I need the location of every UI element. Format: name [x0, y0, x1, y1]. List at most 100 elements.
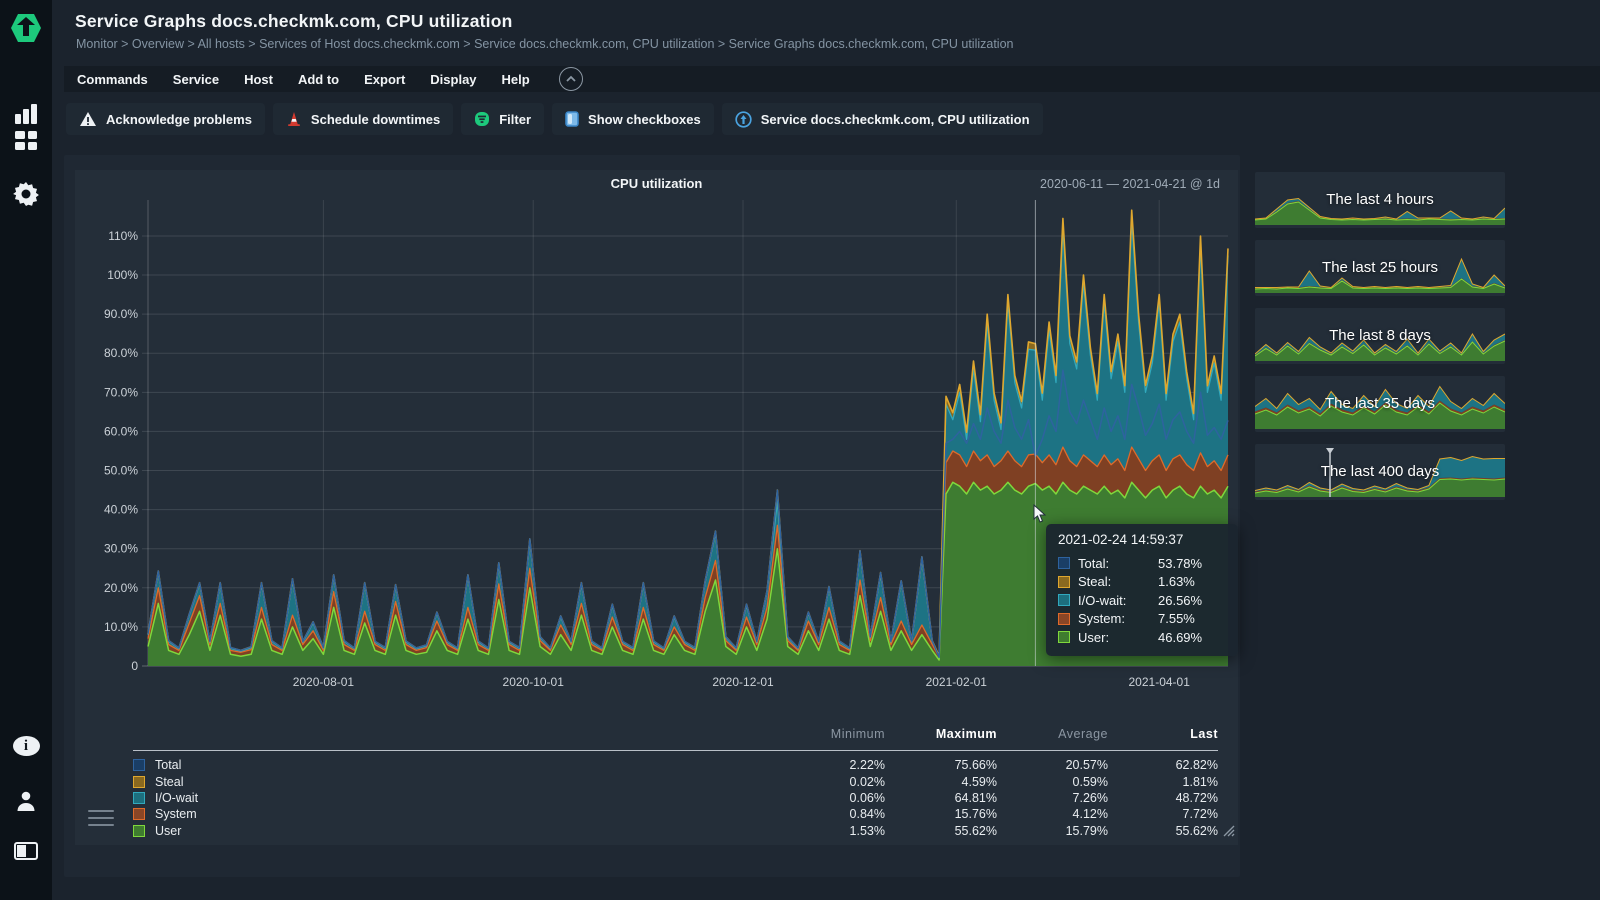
legend-table-header: Minimum Maximum Average Last — [133, 722, 1218, 746]
info-circle-icon — [735, 111, 752, 128]
iowait-swatch — [1058, 594, 1070, 606]
menu-item-display[interactable]: Display — [430, 72, 476, 87]
svg-text:20.0%: 20.0% — [104, 581, 138, 595]
graph-panel: CPU utilization 2020-06-11 — 2021-04-21 … — [75, 170, 1238, 845]
setup-gear-icon[interactable] — [0, 180, 52, 208]
tooltip-row-total: Total: 53.78% — [1058, 554, 1226, 573]
main-sidebar: i — [0, 0, 52, 900]
legend-row-iowait: I/O-wait 0.06%64.81% 7.26%48.72% — [133, 790, 1218, 806]
svg-text:100%: 100% — [107, 268, 138, 282]
tooltip-label: Total: — [1078, 556, 1150, 571]
svg-text:10.0%: 10.0% — [104, 620, 138, 634]
action-button-label: Acknowledge problems — [106, 112, 252, 127]
legend-row-steal: Steal 0.02%4.59% 0.59%1.81% — [133, 773, 1218, 789]
thumbnail-label: The last 4 hours — [1255, 191, 1505, 208]
series-name: Steal — [155, 775, 184, 789]
svg-text:0: 0 — [131, 659, 138, 673]
system-swatch — [133, 808, 145, 820]
tooltip-value: 7.55% — [1158, 611, 1195, 626]
action-button-service-docs-checkmk-com[interactable]: Service docs.checkmk.com, CPU utilizatio… — [722, 103, 1043, 135]
thumbnail-the-last-25-hours[interactable]: The last 25 hours — [1255, 240, 1505, 296]
action-button-label: Show checkboxes — [588, 112, 701, 127]
series-name: User — [155, 824, 181, 838]
action-button-label: Filter — [499, 112, 531, 127]
system-swatch — [1058, 613, 1070, 625]
checkbox-icon — [565, 111, 579, 127]
tooltip-label: System: — [1078, 611, 1150, 626]
svg-text:90.0%: 90.0% — [104, 307, 138, 321]
col-maximum: Maximum — [885, 727, 997, 741]
info-icon[interactable]: i — [0, 736, 52, 756]
thumbnail-the-last-400-days[interactable]: The last 400 days — [1255, 444, 1505, 500]
steal-swatch — [133, 776, 145, 788]
series-name: System — [155, 807, 197, 821]
tooltip-row-steal: Steal: 1.63% — [1058, 573, 1226, 592]
menu-item-add-to[interactable]: Add to — [298, 72, 339, 87]
svg-text:2021-02-01: 2021-02-01 — [926, 675, 988, 689]
sidebar-toggle-icon[interactable] — [0, 842, 52, 860]
svg-text:50.0%: 50.0% — [104, 464, 138, 478]
thumbnail-label: The last 35 days — [1255, 395, 1505, 412]
thumbnail-label: The last 8 days — [1255, 327, 1505, 344]
steal-swatch — [1058, 576, 1070, 588]
monitor-icon[interactable] — [0, 102, 52, 126]
menu-item-host[interactable]: Host — [244, 72, 273, 87]
action-button-row: Acknowledge problems Schedule downtimes Fi… — [66, 103, 1043, 135]
thumbnail-the-last-8-days[interactable]: The last 8 days — [1255, 308, 1505, 364]
tooltip-value: 1.63% — [1158, 574, 1195, 589]
svg-text:2020-10-01: 2020-10-01 — [503, 675, 565, 689]
svg-text:2020-12-01: 2020-12-01 — [712, 675, 774, 689]
resize-grip-icon[interactable] — [1220, 822, 1235, 842]
legend-row-total: Total 2.22%75.66% 20.57%62.82% — [133, 757, 1218, 773]
tooltip-timestamp: 2021-02-24 14:59:37 — [1058, 532, 1226, 547]
svg-text:40.0%: 40.0% — [104, 503, 138, 517]
thumbnail-label: The last 400 days — [1255, 463, 1505, 480]
user-swatch — [1058, 631, 1070, 643]
user-icon[interactable] — [0, 790, 52, 812]
warning-icon — [79, 111, 97, 127]
breadcrumb[interactable]: Monitor > Overview > All hosts > Service… — [76, 37, 1014, 51]
series-name: I/O-wait — [155, 791, 198, 805]
menu-item-commands[interactable]: Commands — [77, 72, 148, 87]
legend-row-system: System 0.84%15.76% 4.12%7.72% — [133, 806, 1218, 822]
thumbnail-the-last-4-hours[interactable]: The last 4 hours — [1255, 172, 1505, 228]
action-button-filter[interactable]: Filter — [461, 103, 544, 135]
graph-container-panel: CPU utilization 2020-06-11 — 2021-04-21 … — [64, 155, 1240, 877]
tooltip-row-iowait: I/O-wait: 26.56% — [1058, 591, 1226, 610]
legend-row-user: User 1.53%55.62% 15.79%55.62% — [133, 823, 1218, 839]
action-button-label: Service docs.checkmk.com, CPU utilizatio… — [761, 112, 1030, 127]
page-title: Service Graphs docs.checkmk.com, CPU uti… — [75, 11, 513, 32]
legend-table-separator — [133, 750, 1218, 751]
thumbnail-the-last-35-days[interactable]: The last 35 days — [1255, 376, 1505, 432]
menu-collapse-chevron-icon[interactable] — [559, 67, 583, 91]
thumbnail-label: The last 25 hours — [1255, 259, 1505, 276]
checkmk-app: i Service Graphs docs.checkmk.com, CPU u… — [0, 0, 1600, 900]
svg-text:2021-04-01: 2021-04-01 — [1129, 675, 1191, 689]
menu-bar: Commands Service Host Add to Export Display He… — [64, 66, 1600, 92]
tooltip-label: Steal: — [1078, 574, 1150, 589]
action-button-label: Schedule downtimes — [311, 112, 440, 127]
svg-text:70.0%: 70.0% — [104, 385, 138, 399]
tooltip-value: 53.78% — [1158, 556, 1202, 571]
action-button-show-checkboxes[interactable]: Show checkboxes — [552, 103, 714, 135]
menu-item-service[interactable]: Service — [173, 72, 219, 87]
checkmk-logo[interactable] — [0, 10, 52, 46]
svg-text:30.0%: 30.0% — [104, 542, 138, 556]
menu-item-export[interactable]: Export — [364, 72, 405, 87]
svg-text:60.0%: 60.0% — [104, 424, 138, 438]
menu-item-help[interactable]: Help — [502, 72, 530, 87]
iowait-swatch — [133, 792, 145, 804]
action-button-acknowledge-problems[interactable]: Acknowledge problems — [66, 103, 265, 135]
filter-icon — [474, 111, 490, 127]
col-last: Last — [1108, 727, 1218, 741]
action-button-schedule-downtimes[interactable]: Schedule downtimes — [273, 103, 453, 135]
col-minimum: Minimum — [773, 727, 885, 741]
customize-grid-icon[interactable] — [0, 128, 52, 152]
total-swatch — [133, 759, 145, 771]
tooltip-label: User: — [1078, 630, 1150, 645]
col-average: Average — [997, 727, 1108, 741]
tooltip-row-system: System: 7.55% — [1058, 610, 1226, 629]
svg-text:2020-08-01: 2020-08-01 — [293, 675, 355, 689]
tooltip-row-user: User: 46.69% — [1058, 628, 1226, 647]
legend-menu-icon[interactable] — [88, 810, 114, 831]
